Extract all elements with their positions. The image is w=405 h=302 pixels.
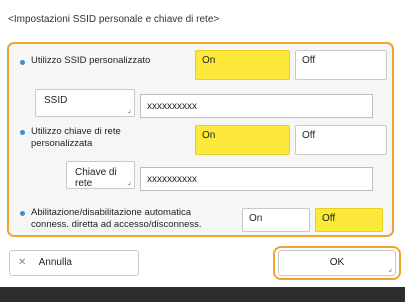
ok-button-label: OK [329, 257, 345, 268]
network-key-button-label: Chiave di rete [75, 167, 117, 189]
footer-bar [0, 287, 405, 302]
x-icon: ✕ [18, 257, 27, 268]
cancel-button[interactable]: ✕ Annulla [9, 250, 139, 276]
bullet-icon [20, 211, 25, 216]
settings-panel: Utilizzo SSID personalizzato On Off SSID… [7, 42, 394, 237]
network-key-custom-label-line1: Utilizzo chiave di rete [31, 126, 121, 137]
auto-toggle-on-button[interactable]: On [242, 208, 310, 232]
ssid-custom-on-button[interactable]: On [195, 50, 290, 80]
cancel-button-label: Annulla [38, 257, 72, 268]
corner-arrow-icon: ⌟ [127, 105, 131, 114]
network-key-field[interactable]: xxxxxxxxxx [140, 167, 373, 191]
corner-arrow-icon: ⌟ [127, 177, 131, 186]
ssid-button-label: SSID [44, 95, 68, 106]
auto-toggle-label: Abilitazione/disabilitazione automatica … [31, 207, 202, 231]
network-key-custom-off-button[interactable]: Off [295, 125, 387, 155]
ssid-custom-label: Utilizzo SSID personalizzato [31, 55, 151, 66]
ssid-button[interactable]: SSID ⌟ [35, 89, 135, 117]
auto-toggle-off-button[interactable]: Off [315, 208, 383, 232]
bullet-icon [20, 130, 25, 135]
network-key-button[interactable]: Chiave di rete ⌟ [66, 161, 135, 189]
corner-arrow-icon: ⌟ [388, 264, 392, 273]
ok-focus-ring: OK ⌟ [273, 246, 401, 280]
network-key-custom-on-button[interactable]: On [195, 125, 290, 155]
auto-toggle-label-line1: Abilitazione/disabilitazione automatica [31, 207, 192, 218]
ok-button[interactable]: OK ⌟ [278, 250, 396, 276]
page-title: <Impostazioni SSID personale e chiave di… [8, 14, 220, 25]
ssid-field[interactable]: xxxxxxxxxx [140, 94, 373, 118]
network-key-custom-label: Utilizzo chiave di rete personalizzata [31, 126, 121, 150]
network-key-custom-label-line2: personalizzata [31, 138, 93, 149]
ssid-custom-off-button[interactable]: Off [295, 50, 387, 80]
bullet-icon [20, 60, 25, 65]
auto-toggle-label-line2: conness. diretta ad accesso/disconness. [31, 219, 202, 230]
